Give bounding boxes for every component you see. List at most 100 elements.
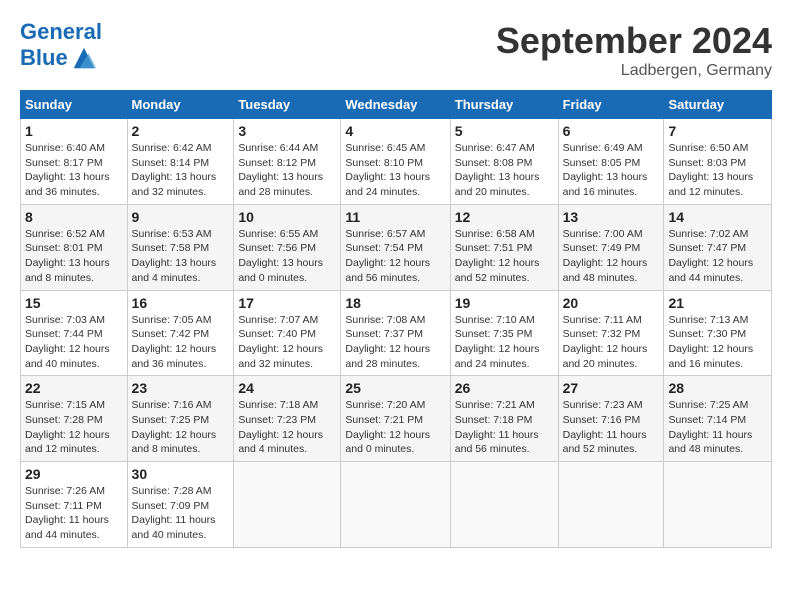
calendar-cell: 24 Sunrise: 7:18 AMSunset: 7:23 PMDayligh… — [234, 376, 341, 462]
day-info: Sunrise: 7:11 AMSunset: 7:32 PMDaylight:… — [563, 313, 660, 372]
header-day-tuesday: Tuesday — [234, 91, 341, 119]
month-title: September 2024 — [496, 20, 772, 62]
calendar-cell — [341, 462, 450, 548]
calendar-cell: 3Sunrise: 6:44 AMSunset: 8:12 PMDaylight… — [234, 119, 341, 205]
header-day-sunday: Sunday — [21, 91, 128, 119]
week-row-2: 8 Sunrise: 6:52 AMSunset: 8:01 PMDaylight… — [21, 204, 772, 290]
day-info: Sunrise: 6:45 AMSunset: 8:10 PMDaylight:… — [345, 141, 445, 200]
day-info: Sunrise: 7:08 AMSunset: 7:37 PMDaylight:… — [345, 313, 445, 372]
week-row-3: 15 Sunrise: 7:03 AMSunset: 7:44 PMDayligh… — [21, 290, 772, 376]
day-number: 25 — [345, 380, 445, 396]
day-info: Sunrise: 7:03 AMSunset: 7:44 PMDaylight:… — [25, 313, 123, 372]
day-info: Sunrise: 7:10 AMSunset: 7:35 PMDaylight:… — [455, 313, 554, 372]
calendar-cell: 19 Sunrise: 7:10 AMSunset: 7:35 PMDayligh… — [450, 290, 558, 376]
day-info: Sunrise: 7:21 AMSunset: 7:18 PMDaylight:… — [455, 398, 554, 457]
calendar-cell — [450, 462, 558, 548]
logo: General Blue — [20, 20, 102, 72]
week-row-5: 29 Sunrise: 7:26 AMSunset: 7:11 PMDayligh… — [21, 462, 772, 548]
day-number: 19 — [455, 295, 554, 311]
calendar-cell — [558, 462, 664, 548]
day-info: Sunrise: 6:47 AMSunset: 8:08 PMDaylight:… — [455, 141, 554, 200]
day-info: Sunrise: 7:07 AMSunset: 7:40 PMDaylight:… — [238, 313, 336, 372]
header-day-monday: Monday — [127, 91, 234, 119]
calendar-cell: 23Sunrise: 7:16 AMSunset: 7:25 PMDayligh… — [127, 376, 234, 462]
day-number: 8 — [25, 209, 123, 225]
day-info: Sunrise: 6:44 AMSunset: 8:12 PMDaylight:… — [238, 141, 336, 200]
day-number: 28 — [668, 380, 767, 396]
day-number: 21 — [668, 295, 767, 311]
calendar-cell: 1 Sunrise: 6:40 AMSunset: 8:17 PMDaylight… — [21, 119, 128, 205]
day-info: Sunrise: 7:20 AMSunset: 7:21 PMDaylight:… — [345, 398, 445, 457]
day-info: Sunrise: 7:00 AMSunset: 7:49 PMDaylight:… — [563, 227, 660, 286]
day-number: 10 — [238, 209, 336, 225]
day-number: 1 — [25, 123, 123, 139]
day-info: Sunrise: 6:57 AMSunset: 7:54 PMDaylight:… — [345, 227, 445, 286]
week-row-1: 1 Sunrise: 6:40 AMSunset: 8:17 PMDaylight… — [21, 119, 772, 205]
day-info: Sunrise: 7:28 AMSunset: 7:09 PMDaylight:… — [132, 484, 230, 543]
day-number: 13 — [563, 209, 660, 225]
day-number: 17 — [238, 295, 336, 311]
calendar-cell: 21 Sunrise: 7:13 AMSunset: 7:30 PMDayligh… — [664, 290, 772, 376]
logo-blue: Blue — [20, 45, 68, 71]
calendar-cell: 5 Sunrise: 6:47 AMSunset: 8:08 PMDaylight… — [450, 119, 558, 205]
week-row-4: 22Sunrise: 7:15 AMSunset: 7:28 PMDayligh… — [21, 376, 772, 462]
calendar-cell — [664, 462, 772, 548]
calendar-cell: 9 Sunrise: 6:53 AMSunset: 7:58 PMDaylight… — [127, 204, 234, 290]
day-number: 4 — [345, 123, 445, 139]
logo-text: General — [20, 20, 102, 44]
day-info: Sunrise: 6:40 AMSunset: 8:17 PMDaylight:… — [25, 141, 123, 200]
calendar-cell: 14Sunrise: 7:02 AMSunset: 7:47 PMDayligh… — [664, 204, 772, 290]
header-day-thursday: Thursday — [450, 91, 558, 119]
day-number: 18 — [345, 295, 445, 311]
day-info: Sunrise: 7:26 AMSunset: 7:11 PMDaylight:… — [25, 484, 123, 543]
location: Ladbergen, Germany — [496, 62, 772, 80]
calendar-cell: 2Sunrise: 6:42 AMSunset: 8:14 PMDaylight… — [127, 119, 234, 205]
day-number: 30 — [132, 466, 230, 482]
calendar-body: 1 Sunrise: 6:40 AMSunset: 8:17 PMDaylight… — [21, 119, 772, 548]
day-info: Sunrise: 7:25 AMSunset: 7:14 PMDaylight:… — [668, 398, 767, 457]
day-info: Sunrise: 6:49 AMSunset: 8:05 PMDaylight:… — [563, 141, 660, 200]
day-info: Sunrise: 7:18 AMSunset: 7:23 PMDaylight:… — [238, 398, 336, 457]
calendar-cell: 12 Sunrise: 6:58 AMSunset: 7:51 PMDayligh… — [450, 204, 558, 290]
logo-icon — [70, 44, 98, 72]
day-info: Sunrise: 6:53 AMSunset: 7:58 PMDaylight:… — [132, 227, 230, 286]
header-row: SundayMondayTuesdayWednesdayThursdayFrid… — [21, 91, 772, 119]
calendar-cell: 29 Sunrise: 7:26 AMSunset: 7:11 PMDayligh… — [21, 462, 128, 548]
day-info: Sunrise: 6:58 AMSunset: 7:51 PMDaylight:… — [455, 227, 554, 286]
day-number: 16 — [132, 295, 230, 311]
day-number: 5 — [455, 123, 554, 139]
calendar-cell: 10 Sunrise: 6:55 AMSunset: 7:56 PMDayligh… — [234, 204, 341, 290]
day-number: 22 — [25, 380, 123, 396]
calendar-cell: 7Sunrise: 6:50 AMSunset: 8:03 PMDaylight… — [664, 119, 772, 205]
calendar-header: SundayMondayTuesdayWednesdayThursdayFrid… — [21, 91, 772, 119]
day-number: 23 — [132, 380, 230, 396]
calendar-cell: 22Sunrise: 7:15 AMSunset: 7:28 PMDayligh… — [21, 376, 128, 462]
day-number: 2 — [132, 123, 230, 139]
day-info: Sunrise: 7:13 AMSunset: 7:30 PMDaylight:… — [668, 313, 767, 372]
day-number: 12 — [455, 209, 554, 225]
calendar-cell: 26Sunrise: 7:21 AMSunset: 7:18 PMDayligh… — [450, 376, 558, 462]
day-number: 6 — [563, 123, 660, 139]
day-info: Sunrise: 6:52 AMSunset: 8:01 PMDaylight:… — [25, 227, 123, 286]
day-number: 24 — [238, 380, 336, 396]
day-info: Sunrise: 7:02 AMSunset: 7:47 PMDaylight:… — [668, 227, 767, 286]
header-day-wednesday: Wednesday — [341, 91, 450, 119]
calendar-table: SundayMondayTuesdayWednesdayThursdayFrid… — [20, 90, 772, 548]
day-number: 15 — [25, 295, 123, 311]
calendar-cell: 6 Sunrise: 6:49 AMSunset: 8:05 PMDaylight… — [558, 119, 664, 205]
day-number: 11 — [345, 209, 445, 225]
calendar-cell: 25 Sunrise: 7:20 AMSunset: 7:21 PMDayligh… — [341, 376, 450, 462]
calendar-cell: 30 Sunrise: 7:28 AMSunset: 7:09 PMDayligh… — [127, 462, 234, 548]
header-day-saturday: Saturday — [664, 91, 772, 119]
calendar-cell: 13 Sunrise: 7:00 AMSunset: 7:49 PMDayligh… — [558, 204, 664, 290]
calendar-cell: 15 Sunrise: 7:03 AMSunset: 7:44 PMDayligh… — [21, 290, 128, 376]
calendar-cell: 16Sunrise: 7:05 AMSunset: 7:42 PMDayligh… — [127, 290, 234, 376]
day-number: 29 — [25, 466, 123, 482]
calendar-cell: 27Sunrise: 7:23 AMSunset: 7:16 PMDayligh… — [558, 376, 664, 462]
calendar-cell: 18 Sunrise: 7:08 AMSunset: 7:37 PMDayligh… — [341, 290, 450, 376]
calendar-cell — [234, 462, 341, 548]
day-info: Sunrise: 6:50 AMSunset: 8:03 PMDaylight:… — [668, 141, 767, 200]
calendar-cell: 28 Sunrise: 7:25 AMSunset: 7:14 PMDayligh… — [664, 376, 772, 462]
day-number: 9 — [132, 209, 230, 225]
day-info: Sunrise: 6:55 AMSunset: 7:56 PMDaylight:… — [238, 227, 336, 286]
